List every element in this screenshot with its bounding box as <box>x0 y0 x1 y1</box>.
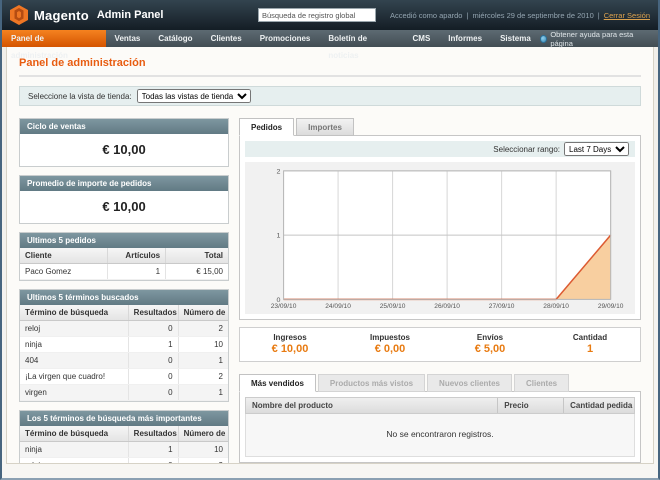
tab-productos-mas-vistos[interactable]: Productos más vistos <box>318 374 425 392</box>
last-orders-box: Ultimos 5 pedidos Cliente Artículos Tota… <box>19 232 229 281</box>
products-table-header: Nombre del producto Precio Cantidad pedi… <box>245 397 635 414</box>
nav-item-catalogo[interactable]: Catálogo <box>149 30 201 47</box>
lifetime-sales-box: Ciclo de ventas € 10,00 <box>19 118 229 167</box>
logo: Magento Admin Panel <box>10 5 163 25</box>
average-orders-title: Promedio de importe de pedidos <box>20 176 228 191</box>
stat-envios: Envíos € 5,00 <box>440 333 540 355</box>
nav-item-sistema[interactable]: Sistema <box>491 30 540 47</box>
logo-text: Magento <box>34 8 89 23</box>
tab-importes[interactable]: Importes <box>296 118 354 136</box>
top-search-terms-table: Término de búsqueda Resultados Número de… <box>20 426 228 464</box>
last-search-terms-table: Término de búsqueda Resultados Número de… <box>20 305 228 401</box>
stat-ingresos: Ingresos € 10,00 <box>240 333 340 355</box>
table-row: reloj 0 2 <box>20 321 228 337</box>
content-container: Panel de administración Seleccione la vi… <box>6 47 654 464</box>
table-row: ninja 1 10 <box>20 442 228 458</box>
orders-chart: 01223/09/1024/09/1025/09/1026/09/1027/09… <box>247 165 633 313</box>
nav-item-promociones[interactable]: Promociones <box>251 30 320 47</box>
store-view-select[interactable]: Todas las vistas de tienda <box>137 89 251 103</box>
orders-panel: Seleccionar rango: Last 7 Days 01223/09/… <box>239 135 641 320</box>
svg-text:27/09/10: 27/09/10 <box>489 303 515 310</box>
lifetime-sales-value: € 10,00 <box>20 134 228 166</box>
svg-text:29/09/10: 29/09/10 <box>598 303 624 310</box>
svg-text:1: 1 <box>277 233 281 240</box>
nav-item-ventas[interactable]: Ventas <box>106 30 150 47</box>
global-search-input[interactable] <box>258 8 376 22</box>
main-area: Panel de administración Seleccione la vi… <box>2 47 658 464</box>
empty-records-message: No se encontraron registros. <box>245 414 635 457</box>
lifetime-sales-title: Ciclo de ventas <box>20 119 228 134</box>
table-row: Paco Gomez 1 € 15,00 <box>20 264 228 280</box>
average-orders-box: Promedio de importe de pedidos € 10,00 <box>19 175 229 224</box>
current-date: miércoles 29 de septiembre de 2010 <box>472 11 593 20</box>
range-bar: Seleccionar rango: Last 7 Days <box>245 141 635 157</box>
separator: | <box>598 11 600 20</box>
stat-impuestos: Impuestos € 0,00 <box>340 333 440 355</box>
last-search-terms-box: Ultimos 5 términos buscados Término de b… <box>19 289 229 402</box>
help-label: Obtener ayuda para esta página <box>550 30 650 48</box>
logo-suffix: Admin Panel <box>97 9 164 21</box>
tab-nuevos-clientes[interactable]: Nuevos clientes <box>427 374 512 392</box>
bestsellers-panel: Nombre del producto Precio Cantidad pedi… <box>239 391 641 463</box>
average-orders-value: € 10,00 <box>20 191 228 223</box>
svg-text:28/09/10: 28/09/10 <box>543 303 569 310</box>
svg-text:25/09/10: 25/09/10 <box>380 303 406 310</box>
stat-cantidad: Cantidad 1 <box>540 333 640 355</box>
table-row: virgen 0 1 <box>20 385 228 401</box>
store-view-bar: Seleccione la vista de tienda: Todas las… <box>19 86 641 106</box>
bottom-tabs: Más vendidos Productos más vistos Nuevos… <box>239 374 641 391</box>
browser-window: Magento Admin Panel Accedió como apardo … <box>0 0 660 480</box>
magento-logo-icon <box>10 5 28 25</box>
table-row: ninja 1 10 <box>20 337 228 353</box>
range-label: Seleccionar rango: <box>493 145 560 154</box>
tab-pedidos[interactable]: Pedidos <box>239 118 294 136</box>
svg-text:24/09/10: 24/09/10 <box>325 303 351 310</box>
nav-item-boletin[interactable]: Boletín de noticias <box>319 30 403 47</box>
help-icon <box>540 35 548 43</box>
top-search-terms-title: Los 5 términos de búsqueda más important… <box>20 411 228 426</box>
logged-in-as: Accedió como apardo <box>390 11 463 20</box>
main-nav: Panel de administración Ventas Catálogo … <box>2 30 658 47</box>
title-divider <box>19 75 641 77</box>
svg-text:26/09/10: 26/09/10 <box>434 303 460 310</box>
table-row: 404 0 1 <box>20 353 228 369</box>
totals-bar: Ingresos € 10,00 Impuestos € 0,00 Envíos… <box>239 327 641 362</box>
nav-item-informes[interactable]: Informes <box>439 30 491 47</box>
svg-text:23/09/10: 23/09/10 <box>271 303 297 310</box>
top-search-terms-box: Los 5 términos de búsqueda más important… <box>19 410 229 464</box>
orders-chart-area: 01223/09/1024/09/1025/09/1026/09/1027/09… <box>245 162 635 314</box>
right-column: Pedidos Importes Seleccionar rango: Last… <box>239 118 641 464</box>
nav-item-clientes[interactable]: Clientes <box>202 30 251 47</box>
separator: | <box>466 11 468 20</box>
range-select[interactable]: Last 7 Days <box>564 142 629 156</box>
nav-item-dashboard[interactable]: Panel de administración <box>2 30 106 47</box>
session-info: Accedió como apardo | miércoles 29 de se… <box>390 11 650 20</box>
svg-text:2: 2 <box>277 168 281 175</box>
last-orders-title: Ultimos 5 pedidos <box>20 233 228 248</box>
store-view-label: Seleccione la vista de tienda: <box>28 92 132 101</box>
table-row: reloj 0 2 <box>20 458 228 465</box>
logout-link[interactable]: Cerrar Sesión <box>604 11 650 20</box>
table-row: ¡La virgen que cuadro! 0 2 <box>20 369 228 385</box>
last-orders-table: Cliente Artículos Total Paco Gomez 1 € 1… <box>20 248 228 280</box>
last-search-terms-title: Ultimos 5 términos buscados <box>20 290 228 305</box>
nav-item-cms[interactable]: CMS <box>404 30 440 47</box>
help-link[interactable]: Obtener ayuda para esta página <box>540 30 658 47</box>
dashboard-tabs: Pedidos Importes <box>239 118 641 135</box>
app-header: Magento Admin Panel Accedió como apardo … <box>2 0 658 30</box>
left-column: Ciclo de ventas € 10,00 Promedio de impo… <box>19 118 229 464</box>
tab-mas-vendidos[interactable]: Más vendidos <box>239 374 316 392</box>
tab-clientes[interactable]: Clientes <box>514 374 569 392</box>
